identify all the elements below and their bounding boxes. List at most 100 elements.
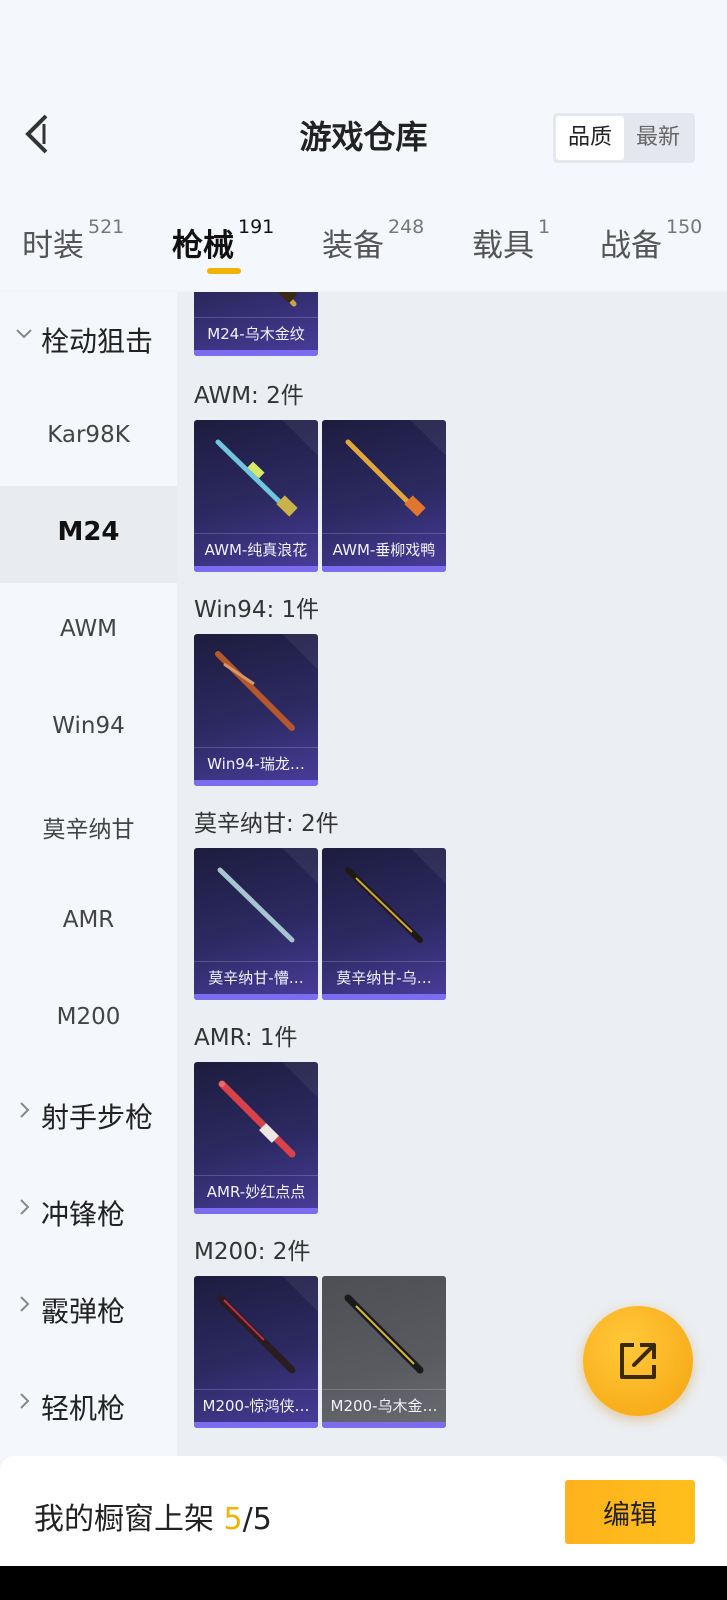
weapon-card[interactable]: 莫辛纳甘-乌…	[322, 848, 446, 1000]
sidebar-item-label: Win94	[52, 713, 125, 739]
sidebar-item-kar98k[interactable]: Kar98K	[0, 389, 177, 486]
tab-label: 战备	[600, 228, 662, 264]
chevron-right-icon	[20, 1199, 30, 1215]
category-sidebar: 栓动狙击 Kar98K M24 AWM Win94 莫辛纳甘 AMR M200 …	[0, 292, 177, 1456]
edit-button[interactable]: 编辑	[565, 1480, 695, 1544]
tab-firearms[interactable]: 枪械191	[172, 216, 274, 270]
weapon-name: 莫辛纳甘-乌…	[322, 961, 446, 994]
top-header: 游戏仓库 品质 最新 时装521 枪械191 装备248 载具1 战备150	[0, 0, 727, 290]
rifle-icon	[345, 439, 426, 517]
sort-newest-option[interactable]: 最新	[624, 116, 692, 160]
weapon-card[interactable]: AMR-妙红点点	[194, 1062, 318, 1214]
tab-label: 装备	[322, 228, 384, 264]
group-title: Win94: 1件	[194, 597, 320, 623]
system-nav-bar	[0, 1566, 727, 1600]
tab-count: 191	[238, 216, 275, 238]
rarity-bar	[322, 994, 446, 1000]
weapon-name: AWM-纯真浪花	[194, 533, 318, 566]
rarity-bar	[194, 350, 318, 356]
chevron-right-icon	[20, 1296, 30, 1312]
tab-label: 载具	[472, 228, 534, 264]
share-external-icon	[620, 1343, 656, 1379]
showcase-total-count: 5	[252, 1502, 272, 1537]
tab-equipment[interactable]: 装备248	[322, 216, 424, 270]
weapon-name: AWM-垂柳戏鸭	[322, 533, 446, 566]
sidebar-item-label: 霰弹枪	[41, 1295, 126, 1328]
sidebar-item-m200[interactable]: M200	[0, 971, 177, 1068]
rifle-icon	[345, 867, 423, 943]
tab-fashion[interactable]: 时装521	[22, 216, 124, 270]
rarity-bar	[194, 1208, 318, 1214]
sidebar-item-label: M200	[56, 1004, 121, 1030]
tab-label: 时装	[22, 228, 84, 264]
chevron-right-icon	[20, 1393, 30, 1409]
tab-count: 521	[88, 216, 125, 238]
showcase-label: 我的橱窗上架	[34, 1502, 214, 1537]
sidebar-item-label: AMR	[62, 907, 115, 933]
sidebar-item-label: 轻机枪	[41, 1392, 126, 1425]
rifle-icon	[218, 1080, 296, 1158]
rarity-bar	[194, 1422, 318, 1428]
sidebar-item-m24[interactable]: M24	[0, 486, 177, 583]
group-title: AMR: 1件	[194, 1025, 298, 1051]
rifle-icon	[217, 867, 295, 943]
weapon-name: M200-惊鸿侠…	[194, 1389, 318, 1422]
showcase-current-count: 5	[223, 1502, 243, 1537]
weapon-card[interactable]: 莫辛纳甘-懵…	[194, 848, 318, 1000]
group-title: AWM: 2件	[194, 383, 304, 409]
rarity-bar	[194, 780, 318, 786]
tab-count: 1	[538, 216, 551, 238]
sidebar-item-shotgun[interactable]: 霰弹枪	[0, 1262, 177, 1359]
sidebar-item-label: 莫辛纳甘	[42, 817, 135, 843]
chevron-down-icon	[16, 329, 32, 339]
showcase-separator: /	[242, 1502, 253, 1537]
sidebar-item-label: AWM	[59, 616, 118, 642]
tab-label: 枪械	[172, 228, 234, 264]
weapon-card[interactable]: M24-乌木金纹	[194, 292, 318, 356]
sidebar-item-label: 冲锋枪	[41, 1198, 126, 1231]
rarity-bar	[322, 566, 446, 572]
sidebar-item-bolt-action[interactable]: 栓动狙击	[0, 292, 177, 389]
sidebar-item-amr[interactable]: AMR	[0, 874, 177, 971]
weapon-card[interactable]: AWM-垂柳戏鸭	[322, 420, 446, 572]
tab-count: 150	[666, 216, 703, 238]
rifle-icon	[215, 439, 298, 517]
tab-count: 248	[388, 216, 425, 238]
rarity-bar	[194, 566, 318, 572]
sidebar-item-awm[interactable]: AWM	[0, 583, 177, 680]
sidebar-item-label: 栓动狙击	[41, 325, 154, 358]
sidebar-item-label: 射手步枪	[41, 1101, 154, 1134]
rarity-bar	[194, 994, 318, 1000]
showcase-status: 我的橱窗上架 5/5	[34, 1494, 272, 1538]
sidebar-item-smg[interactable]: 冲锋枪	[0, 1165, 177, 1262]
chevron-right-icon	[20, 1102, 30, 1118]
rifle-icon	[215, 651, 295, 731]
group-title: M200: 2件	[194, 1239, 311, 1265]
rifle-icon	[216, 1294, 296, 1374]
tab-vehicles[interactable]: 载具1	[472, 216, 550, 270]
weapon-name: AMR-妙红点点	[194, 1175, 318, 1208]
weapon-card[interactable]: Win94-瑞龙…	[194, 634, 318, 786]
rarity-bar	[322, 1422, 446, 1428]
sort-toggle: 品质 最新	[553, 113, 695, 163]
showcase-bar: 我的橱窗上架 5/5 编辑	[0, 1456, 727, 1566]
weapon-name: M200-乌木金…	[322, 1389, 446, 1422]
weapon-card[interactable]: M200-乌木金…	[322, 1276, 446, 1428]
active-tab-indicator	[207, 268, 241, 274]
tab-battle-supplies[interactable]: 战备150	[600, 216, 702, 270]
weapon-card[interactable]: AWM-纯真浪花	[194, 420, 318, 572]
sidebar-item-lmg[interactable]: 轻机枪	[0, 1359, 177, 1456]
share-button[interactable]	[583, 1306, 693, 1416]
weapon-card[interactable]: M200-惊鸿侠…	[194, 1276, 318, 1428]
rifle-icon	[344, 1294, 424, 1374]
sidebar-item-mosin[interactable]: 莫辛纳甘	[0, 777, 177, 874]
sidebar-item-marksman[interactable]: 射手步枪	[0, 1068, 177, 1165]
sort-quality-option[interactable]: 品质	[556, 116, 624, 160]
weapon-name: 莫辛纳甘-懵…	[194, 961, 318, 994]
group-title: 莫辛纳甘: 2件	[194, 811, 339, 837]
weapon-grid: M24-乌木金纹 AWM: 2件 AWM-纯真浪花 AWM-垂柳戏鸭 Win94…	[177, 292, 727, 1456]
sidebar-item-win94[interactable]: Win94	[0, 680, 177, 777]
weapon-name: M24-乌木金纹	[194, 317, 318, 350]
sidebar-item-label: Kar98K	[47, 422, 130, 448]
sidebar-item-label: M24	[57, 517, 120, 547]
